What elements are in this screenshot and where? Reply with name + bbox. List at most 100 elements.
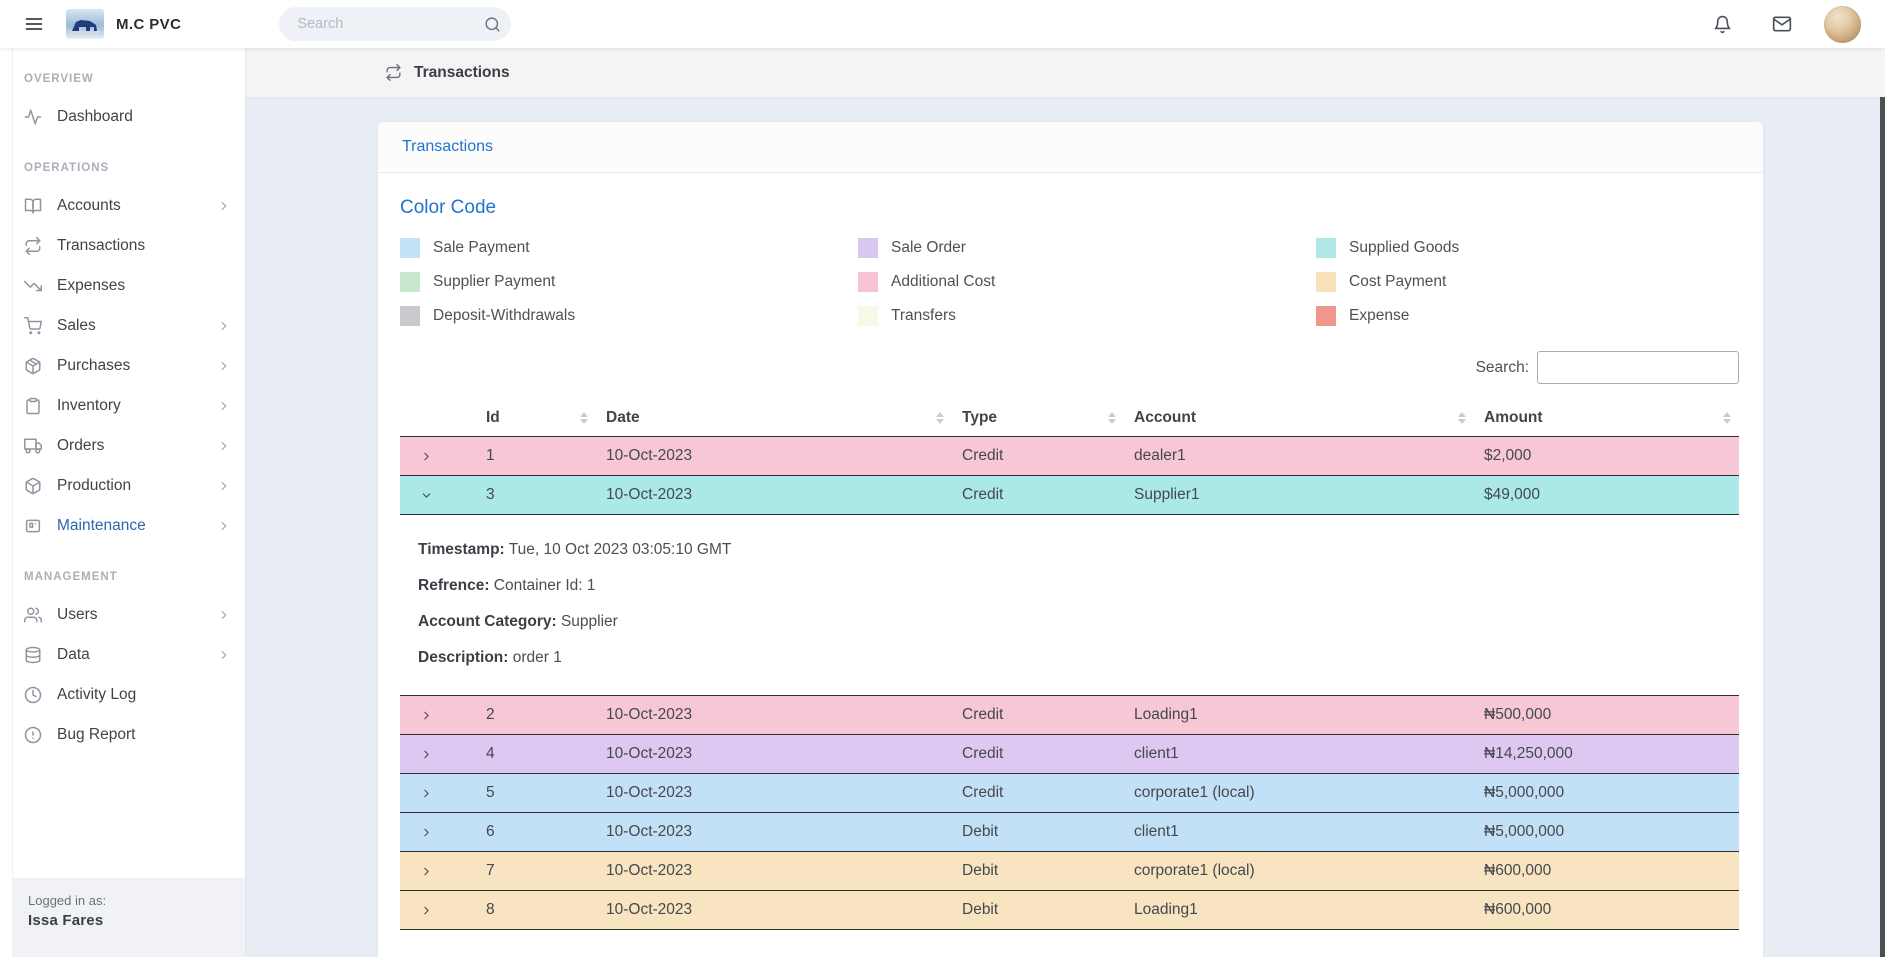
- expand-toggle[interactable]: [400, 437, 476, 476]
- cell-id: 2: [476, 696, 596, 735]
- legend-label: Supplier Payment: [433, 273, 555, 291]
- sidebar-item-orders[interactable]: Orders: [0, 426, 245, 466]
- cell-account: dealer1: [1124, 437, 1474, 476]
- sort-icon: [580, 412, 588, 424]
- sidebar-item-label: Production: [57, 477, 217, 495]
- cell-date: 10-Oct-2023: [596, 735, 952, 774]
- expand-toggle[interactable]: [400, 774, 476, 813]
- sidebar-item-data[interactable]: Data: [0, 635, 245, 675]
- column-header-type[interactable]: Type: [952, 400, 1124, 437]
- sidebar-item-sales[interactable]: Sales: [0, 306, 245, 346]
- legend-swatch: [858, 238, 878, 258]
- sidebar-item-inventory[interactable]: Inventory: [0, 386, 245, 426]
- expand-toggle[interactable]: [400, 891, 476, 930]
- cell-account: corporate1 (local): [1124, 774, 1474, 813]
- clipboard-icon: [24, 397, 42, 415]
- legend-swatch: [400, 238, 420, 258]
- clock-icon: [24, 686, 42, 704]
- nav-section-label: MANAGEMENT: [0, 546, 245, 595]
- legend-item: Sale Payment: [400, 235, 858, 261]
- legend-label: Supplied Goods: [1349, 239, 1459, 257]
- bell-icon: [1713, 15, 1732, 34]
- sidebar-item-label: Users: [57, 606, 217, 624]
- sidebar-item-expenses[interactable]: Expenses: [0, 266, 245, 306]
- transaction-row[interactable]: 110-Oct-2023Creditdealer1$2,000: [400, 437, 1739, 476]
- chevron-right-icon: [217, 479, 231, 493]
- cell-account: Loading1: [1124, 891, 1474, 930]
- chevron-right-icon: [217, 648, 231, 662]
- transaction-row[interactable]: 810-Oct-2023DebitLoading1₦600,000: [400, 891, 1739, 930]
- sidebar-item-accounts[interactable]: Accounts: [0, 186, 245, 226]
- cart-icon: [24, 317, 42, 335]
- card-title: Transactions: [402, 138, 1739, 156]
- notifications-button[interactable]: [1704, 6, 1740, 42]
- search-icon[interactable]: [484, 16, 501, 33]
- transaction-row[interactable]: 710-Oct-2023Debitcorporate1 (local)₦600,…: [400, 852, 1739, 891]
- sidebar-item-label: Maintenance: [57, 517, 217, 535]
- main-content: Transactions Transactions Color Code Sal…: [245, 48, 1885, 957]
- transaction-row[interactable]: 610-Oct-2023Debitclient1₦5,000,000: [400, 813, 1739, 852]
- sidebar-item-label: Purchases: [57, 357, 217, 375]
- legend-item: Transfers: [858, 303, 1316, 329]
- transaction-row[interactable]: 410-Oct-2023Creditclient1₦14,250,000: [400, 735, 1739, 774]
- global-search: [279, 7, 511, 41]
- sidebar-item-bug-report[interactable]: Bug Report: [0, 715, 245, 755]
- legend-swatch: [858, 306, 878, 326]
- table-search-input[interactable]: [1537, 351, 1739, 384]
- global-search-input[interactable]: [297, 16, 484, 32]
- sidebar-item-users[interactable]: Users: [0, 595, 245, 635]
- sidebar-item-purchases[interactable]: Purchases: [0, 346, 245, 386]
- users-icon: [24, 606, 42, 624]
- user-avatar[interactable]: [1824, 6, 1861, 43]
- cell-amount: ₦14,250,000: [1474, 735, 1739, 774]
- top-header: M.C PVC: [0, 0, 1885, 48]
- sidebar-item-production[interactable]: Production: [0, 466, 245, 506]
- cell-date: 10-Oct-2023: [596, 476, 952, 515]
- column-header-id[interactable]: Id: [476, 400, 596, 437]
- chevron-down-icon: [420, 489, 466, 502]
- breadcrumb: Transactions: [245, 48, 1885, 97]
- transaction-row[interactable]: 310-Oct-2023CreditSupplier1$49,000: [400, 476, 1739, 515]
- cell-account: Loading1: [1124, 696, 1474, 735]
- chevron-right-icon: [217, 519, 231, 533]
- column-header-amount[interactable]: Amount: [1474, 400, 1739, 437]
- sidebar-item-label: Inventory: [57, 397, 217, 415]
- sidebar-item-transactions[interactable]: Transactions: [0, 226, 245, 266]
- cell-account: corporate1 (local): [1124, 852, 1474, 891]
- cell-id: 4: [476, 735, 596, 774]
- package-icon: [24, 357, 42, 375]
- app: M.C PVC OVERVIEWDashboardOPERATIONSAccou…: [0, 0, 1885, 957]
- sidebar-item-activity-log[interactable]: Activity Log: [0, 675, 245, 715]
- app-logo[interactable]: [66, 9, 104, 39]
- transaction-row[interactable]: 210-Oct-2023CreditLoading1₦500,000: [400, 696, 1739, 735]
- legend-label: Cost Payment: [1349, 273, 1446, 291]
- cell-date: 10-Oct-2023: [596, 852, 952, 891]
- expand-toggle[interactable]: [400, 476, 476, 515]
- detail-line: Account Category: Supplier: [418, 613, 1739, 631]
- column-header-date[interactable]: Date: [596, 400, 952, 437]
- expand-toggle[interactable]: [400, 852, 476, 891]
- cell-date: 10-Oct-2023: [596, 696, 952, 735]
- sidebar-item-dashboard[interactable]: Dashboard: [0, 97, 245, 137]
- card-header: Transactions: [378, 122, 1763, 173]
- transaction-row[interactable]: 510-Oct-2023Creditcorporate1 (local)₦5,0…: [400, 774, 1739, 813]
- cell-id: 6: [476, 813, 596, 852]
- legend-swatch: [1316, 238, 1336, 258]
- cell-amount: ₦600,000: [1474, 852, 1739, 891]
- detail-line: Timestamp: Tue, 10 Oct 2023 03:05:10 GMT: [418, 541, 1739, 559]
- hamburger-menu-button[interactable]: [14, 4, 54, 44]
- expand-toggle[interactable]: [400, 735, 476, 774]
- messages-button[interactable]: [1764, 6, 1800, 42]
- chevron-right-icon: [420, 787, 466, 800]
- cell-id: 7: [476, 852, 596, 891]
- column-header-account[interactable]: Account: [1124, 400, 1474, 437]
- cell-type: Debit: [952, 852, 1124, 891]
- cell-type: Credit: [952, 437, 1124, 476]
- sidebar-item-maintenance[interactable]: Maintenance: [0, 506, 245, 546]
- vertical-scrollbar[interactable]: [1880, 97, 1885, 957]
- legend-swatch: [1316, 306, 1336, 326]
- expand-toggle[interactable]: [400, 696, 476, 735]
- legend-item: Supplier Payment: [400, 269, 858, 295]
- expand-toggle[interactable]: [400, 813, 476, 852]
- sidebar-item-label: Transactions: [57, 237, 231, 255]
